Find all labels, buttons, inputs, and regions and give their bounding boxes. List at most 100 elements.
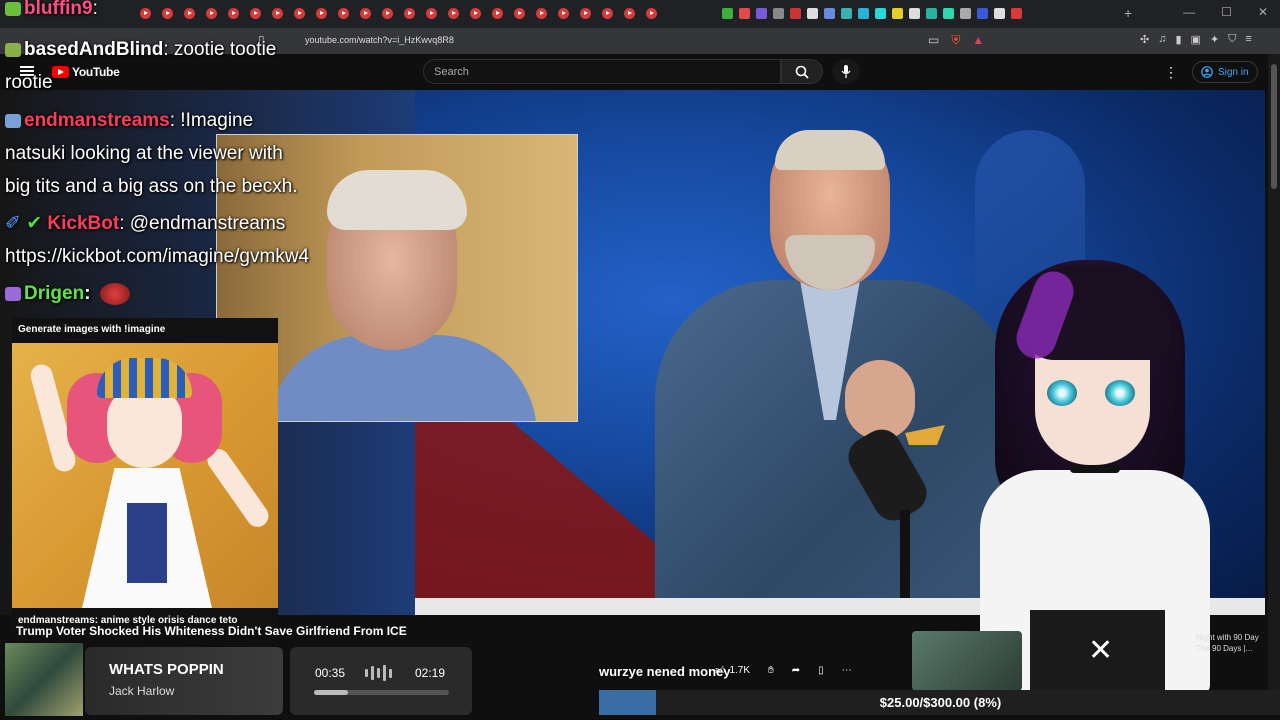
- browser-tab-icon[interactable]: [514, 8, 525, 19]
- tab-icon[interactable]: [722, 8, 733, 19]
- tab-icon[interactable]: [824, 8, 835, 19]
- voice-search-button[interactable]: [832, 59, 860, 84]
- tab-icon[interactable]: [1011, 8, 1022, 19]
- page-scrollbar[interactable]: [1268, 54, 1280, 690]
- microphone-icon: [841, 64, 851, 78]
- new-tab-icon[interactable]: +: [1124, 5, 1132, 21]
- browser-tab-icon[interactable]: [470, 8, 481, 19]
- tab-icon[interactable]: [841, 8, 852, 19]
- tab-icon[interactable]: [773, 8, 784, 19]
- like-button[interactable]: 👍︎ 1.7K: [715, 664, 750, 677]
- browser-tab-icon[interactable]: [206, 8, 217, 19]
- leo-icon[interactable]: ✦: [1210, 33, 1219, 46]
- song-title: WHATS POPPIN: [109, 661, 224, 678]
- menu-icon[interactable]: ≡: [1245, 33, 1251, 46]
- now-playing-card: WHATS POPPIN Jack Harlow: [85, 647, 283, 715]
- account-icon: [1201, 66, 1213, 78]
- bookmark-icon: ▯: [818, 664, 824, 676]
- tab-icon[interactable]: [926, 8, 937, 19]
- browser-tab-icon[interactable]: [316, 8, 327, 19]
- browser-tab-icon[interactable]: [382, 8, 393, 19]
- tab-icon[interactable]: [739, 8, 750, 19]
- chat-message: bluffin9:: [5, 0, 98, 25]
- browser-tab-icon[interactable]: [338, 8, 349, 19]
- host-hand: [845, 360, 915, 440]
- browser-tab-icon[interactable]: [646, 8, 657, 19]
- puzzle-icon[interactable]: ✣: [1140, 33, 1149, 46]
- share-button[interactable]: ➦: [792, 665, 800, 676]
- tab-icon[interactable]: [807, 8, 818, 19]
- maximize-icon[interactable]: ☐: [1221, 5, 1232, 19]
- tab-icon[interactable]: [875, 8, 886, 19]
- save-button[interactable]: ▯: [818, 665, 824, 676]
- dislike-button[interactable]: ✋︎: [768, 665, 774, 676]
- tab-icon[interactable]: [909, 8, 920, 19]
- browser-tab-icon[interactable]: [492, 8, 503, 19]
- chat-separator: :: [92, 0, 98, 19]
- rewards-icon[interactable]: ▲: [972, 33, 984, 48]
- close-icon[interactable]: ✕: [1088, 636, 1113, 666]
- browser-tab-icon[interactable]: [404, 8, 415, 19]
- browser-tab-icon[interactable]: [558, 8, 569, 19]
- tab-icon[interactable]: [960, 8, 971, 19]
- chat-link[interactable]: https://kickbot.com/imagine/gvmkw4: [5, 246, 309, 267]
- vtuber-avatar: [965, 250, 1225, 695]
- browser-pinned-tabs[interactable]: [722, 8, 1022, 19]
- tab-icon[interactable]: [892, 8, 903, 19]
- elapsed-time: 00:35: [315, 666, 346, 680]
- song-progress-fill: [314, 690, 348, 695]
- waveform-bar: [365, 669, 368, 677]
- waveform-bar: [389, 668, 392, 678]
- browser-tab-icon[interactable]: [580, 8, 591, 19]
- cast-icon[interactable]: ▭: [928, 33, 939, 48]
- art-arm: [203, 444, 273, 532]
- browser-tab-icon[interactable]: [162, 8, 173, 19]
- browser-tab-icon[interactable]: [228, 8, 239, 19]
- browser-tab-icon[interactable]: [294, 8, 305, 19]
- browser-tab-icon[interactable]: [426, 8, 437, 19]
- browser-tabs[interactable]: [140, 8, 657, 20]
- more-actions-button[interactable]: ⋯: [842, 665, 852, 676]
- waveform-bar: [383, 665, 386, 681]
- sidebar-icon[interactable]: ▮: [1175, 33, 1181, 46]
- browser-tab-icon[interactable]: [250, 8, 261, 19]
- browser-tab-icon[interactable]: [536, 8, 547, 19]
- youtube-logo-icon: [52, 66, 69, 78]
- tab-icon[interactable]: [994, 8, 1005, 19]
- browser-tab-icon[interactable]: [140, 8, 151, 19]
- recommended-thumbnail[interactable]: [912, 631, 1022, 691]
- vpn-icon[interactable]: ⛉: [1228, 33, 1236, 46]
- browser-tab-icon[interactable]: [184, 8, 195, 19]
- browser-tab-icon[interactable]: [602, 8, 613, 19]
- wallet-icon[interactable]: ▣: [1191, 33, 1201, 46]
- chat-username: bluffin9: [24, 0, 93, 19]
- minimize-icon[interactable]: —: [1183, 5, 1195, 19]
- chat-message: Drigen:: [5, 277, 130, 310]
- sign-in-button[interactable]: Sign in: [1192, 61, 1258, 83]
- tab-icon[interactable]: [977, 8, 988, 19]
- more-options-icon[interactable]: ⋮: [1164, 64, 1178, 81]
- tab-icon[interactable]: [790, 8, 801, 19]
- search-input[interactable]: Search: [423, 59, 781, 84]
- music-note-icon[interactable]: ♫: [1158, 33, 1166, 46]
- song-progress-bar[interactable]: [314, 690, 449, 695]
- tab-icon[interactable]: [858, 8, 869, 19]
- recommended-title[interactable]: Night with 90 Day The 90 Days |...: [1196, 632, 1266, 654]
- tab-icon[interactable]: [756, 8, 767, 19]
- tab-icon[interactable]: [943, 8, 954, 19]
- search-button[interactable]: [781, 59, 823, 84]
- chat-badge-icon: [5, 42, 21, 57]
- browser-tab-icon[interactable]: [624, 8, 635, 19]
- url-field[interactable]: youtube.com/watch?v=i_HzKwvq8R8: [305, 35, 454, 45]
- browser-tab-icon[interactable]: [448, 8, 459, 19]
- youtube-logo[interactable]: YouTube: [52, 65, 120, 79]
- chat-username: endmanstreams: [24, 110, 170, 131]
- chat-text: rootie: [5, 72, 53, 93]
- close-window-icon[interactable]: ✕: [1258, 5, 1268, 19]
- video-actions: 👍︎ 1.7K ✋︎ ➦ ▯ ⋯: [715, 664, 852, 677]
- brave-shield-icon[interactable]: ⛨: [951, 33, 960, 48]
- browser-tab-icon[interactable]: [360, 8, 371, 19]
- scrollbar-thumb[interactable]: [1271, 64, 1277, 189]
- chat-badge-icon: [5, 1, 21, 16]
- browser-tab-icon[interactable]: [272, 8, 283, 19]
